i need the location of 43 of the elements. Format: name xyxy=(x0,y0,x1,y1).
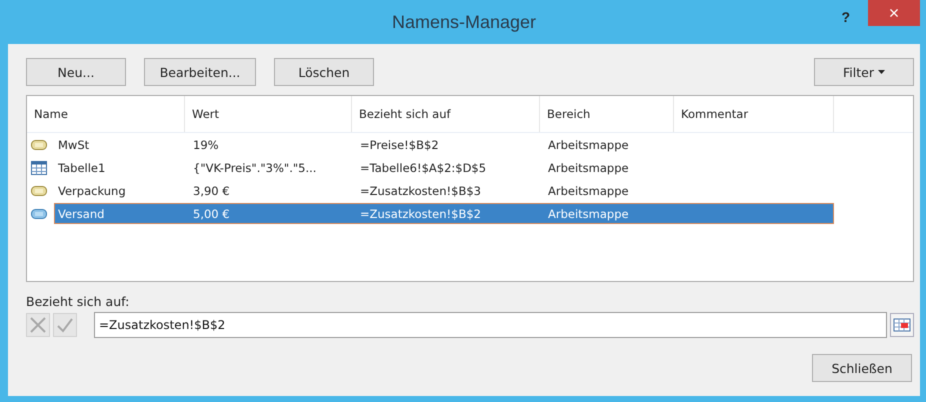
reference-cell-text: =Zusatzkosten!$B$3 xyxy=(359,184,482,198)
refers-to-label: Bezieht sich auf: xyxy=(26,294,130,309)
value-cell-text: {"VK-Preis"."3%"."5... xyxy=(192,160,318,174)
column-header[interactable]: Name xyxy=(27,96,185,132)
toolbar-button[interactable]: Neu... xyxy=(26,58,126,86)
value-cell-text: 3,90 € xyxy=(192,184,231,198)
list-row[interactable]: Verpackung 3,90 € =Zusatzkosten!$B$3 Arbeitsmappe xyxy=(54,180,834,201)
value-cell-text: 5,00 € xyxy=(192,206,231,220)
reference-cell-text: =Tabelle6!$A$2:$D$5 xyxy=(359,160,488,174)
name-cell-text: Tabelle1 xyxy=(57,160,106,174)
value-cell-text: 19% xyxy=(192,138,220,152)
column-header[interactable]: Bezieht sich auf xyxy=(352,96,540,132)
list-row[interactable]: Versand 5,00 € =Zusatzkosten!$B$2 Arbeitsmappe xyxy=(54,203,834,224)
caret-icon xyxy=(878,70,885,74)
close-button[interactable]: × xyxy=(868,0,920,26)
help-button[interactable]: ? xyxy=(835,8,856,26)
list-row[interactable]: MwSt 19% =Preise!$B$2 Arbeitsmappe xyxy=(54,134,834,155)
scope-cell-text: Arbeitsmappe xyxy=(547,138,630,152)
table-icon xyxy=(31,160,47,174)
column-header[interactable]: Wert xyxy=(185,96,352,132)
filter-button[interactable]: Filter xyxy=(814,58,914,86)
reference-cell-text: =Zusatzkosten!$B$2 xyxy=(359,206,482,220)
list-row[interactable]: Tabelle1 {"VK-Preis"."3%"."5... =Tabelle6!$A$2:$D$5 Arbeitsmappe xyxy=(54,157,834,178)
name-cell-text: Verpackung xyxy=(57,184,127,198)
column-header[interactable]: Kommentar xyxy=(674,96,834,132)
check-icon[interactable] xyxy=(53,313,77,337)
window-title: Namens-Manager xyxy=(392,12,536,32)
reference-cell-text: =Preise!$B$2 xyxy=(359,138,440,152)
scope-cell-text: Arbeitsmappe xyxy=(547,184,630,198)
name-cell-text: Versand xyxy=(57,206,106,220)
cancel-icon[interactable] xyxy=(26,313,50,337)
toolbar-button[interactable]: Bearbeiten... xyxy=(144,58,256,86)
tag-icon xyxy=(31,208,47,220)
column-header[interactable]: Bereich xyxy=(540,96,674,132)
scope-cell-text: Arbeitsmappe xyxy=(547,206,630,220)
name-cell-text: MwSt xyxy=(57,138,90,152)
toolbar-button[interactable]: Löschen xyxy=(274,58,374,86)
range-picker-icon[interactable] xyxy=(890,313,914,337)
reference-field[interactable]: =Zusatzkosten!$B$2 xyxy=(94,312,887,338)
tag-icon xyxy=(31,184,47,196)
tag-icon xyxy=(31,138,47,150)
close-dialog-button[interactable]: Schließen xyxy=(812,354,912,382)
scope-cell-text: Arbeitsmappe xyxy=(547,160,630,174)
